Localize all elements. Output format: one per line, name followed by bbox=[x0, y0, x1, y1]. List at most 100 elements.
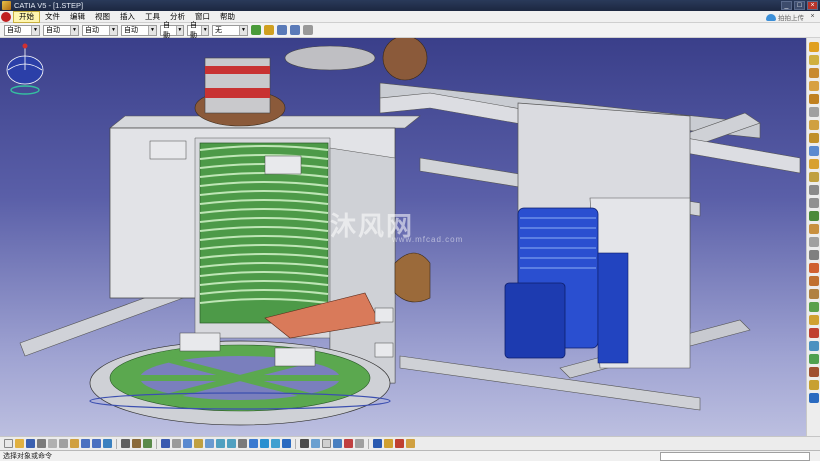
mirror-icon[interactable] bbox=[808, 315, 819, 325]
loft-icon[interactable] bbox=[808, 159, 819, 169]
undo-icon[interactable] bbox=[277, 25, 287, 35]
axis-icon[interactable] bbox=[311, 439, 320, 448]
status-bar: 选择对象或命令 bbox=[0, 450, 820, 461]
iso-view-icon[interactable] bbox=[249, 439, 258, 448]
knowledge-icon[interactable] bbox=[132, 439, 141, 448]
transparency-combo[interactable]: 自动 ▼ bbox=[43, 24, 79, 36]
plane-icon[interactable] bbox=[322, 439, 331, 448]
minimize-button[interactable]: _ bbox=[781, 1, 792, 10]
measure-item-icon[interactable] bbox=[384, 439, 393, 448]
paste-icon[interactable] bbox=[70, 439, 79, 448]
stiffener-icon[interactable] bbox=[808, 146, 819, 156]
menu-insert[interactable]: 插入 bbox=[115, 11, 140, 23]
menu-help[interactable]: 帮助 bbox=[215, 11, 240, 23]
split-icon[interactable] bbox=[808, 263, 819, 273]
chamfer-icon[interactable] bbox=[808, 198, 819, 208]
pocket-icon[interactable] bbox=[808, 68, 819, 78]
print-icon[interactable] bbox=[37, 439, 46, 448]
help-icon[interactable] bbox=[103, 439, 112, 448]
inertia-icon[interactable] bbox=[395, 439, 404, 448]
menu-tools[interactable]: 工具 bbox=[140, 11, 165, 23]
line-icon[interactable] bbox=[344, 439, 353, 448]
menu-start[interactable]: 开始 bbox=[13, 10, 40, 23]
scaling-icon[interactable] bbox=[808, 341, 819, 351]
point-combo[interactable]: 自動 ▼ bbox=[160, 22, 184, 39]
color-combo[interactable]: 自动 ▼ bbox=[4, 24, 40, 36]
graphic-properties-toolbar: 自动 ▼ 自动 ▼ 自动 ▼ 自动 ▼ 自動 ▼ 自動 ▼ 无 ▼ bbox=[0, 22, 820, 39]
groove-icon[interactable] bbox=[808, 94, 819, 104]
zoom-out-icon[interactable] bbox=[227, 439, 236, 448]
combo-value: 无 bbox=[215, 27, 222, 34]
redo-icon[interactable] bbox=[290, 25, 300, 35]
painter-icon[interactable] bbox=[251, 25, 261, 35]
command-input[interactable] bbox=[660, 452, 810, 461]
toolbar-separator bbox=[368, 438, 369, 449]
zoom-in-icon[interactable] bbox=[216, 439, 225, 448]
swap-icon[interactable] bbox=[282, 439, 291, 448]
rotate-view-icon[interactable] bbox=[205, 439, 214, 448]
rendering-combo[interactable]: 无 ▼ bbox=[212, 24, 248, 36]
snap-icon[interactable] bbox=[300, 439, 309, 448]
green-coil-stack bbox=[199, 142, 329, 324]
brush-icon[interactable] bbox=[264, 25, 274, 35]
shell-icon[interactable] bbox=[808, 224, 819, 234]
pan-icon[interactable] bbox=[194, 439, 203, 448]
compass-toggle-icon[interactable] bbox=[172, 439, 181, 448]
rib-icon[interactable] bbox=[808, 120, 819, 130]
chevron-down-icon: ▼ bbox=[239, 25, 247, 35]
remove-loft-icon[interactable] bbox=[808, 172, 819, 182]
fit-all-icon[interactable] bbox=[183, 439, 192, 448]
boolean-icon[interactable] bbox=[808, 354, 819, 364]
new-icon[interactable] bbox=[4, 439, 13, 448]
cloud-upload[interactable]: 拍拍上传 bbox=[766, 11, 804, 23]
point-icon[interactable] bbox=[333, 439, 342, 448]
pad-icon[interactable] bbox=[808, 55, 819, 65]
thickness-icon[interactable] bbox=[808, 237, 819, 247]
catia-logo-icon[interactable] bbox=[1, 11, 11, 22]
add-icon[interactable] bbox=[808, 367, 819, 377]
thread-icon[interactable] bbox=[808, 250, 819, 260]
slot-icon[interactable] bbox=[808, 133, 819, 143]
pattern-icon[interactable] bbox=[808, 328, 819, 338]
normal-view-icon[interactable] bbox=[238, 439, 247, 448]
hole-icon[interactable] bbox=[808, 107, 819, 117]
layer-combo[interactable]: 自動 ▼ bbox=[187, 22, 209, 39]
shading-icon[interactable] bbox=[260, 439, 269, 448]
catalog-icon[interactable] bbox=[143, 439, 152, 448]
apply-material-icon[interactable] bbox=[808, 393, 819, 403]
law-icon[interactable] bbox=[355, 439, 364, 448]
3d-viewport[interactable]: 沐风网 www.mfcad.com bbox=[0, 38, 806, 436]
cut-icon[interactable] bbox=[48, 439, 57, 448]
symmetry-icon[interactable] bbox=[808, 302, 819, 312]
apply-material-bottom-icon[interactable] bbox=[406, 439, 415, 448]
menu-view[interactable]: 视图 bbox=[90, 11, 115, 23]
open-icon[interactable] bbox=[15, 439, 24, 448]
undo-icon[interactable] bbox=[81, 439, 90, 448]
copy-icon[interactable] bbox=[59, 439, 68, 448]
fillet-icon[interactable] bbox=[808, 185, 819, 195]
sketcher-icon[interactable] bbox=[808, 42, 819, 52]
close-button[interactable]: × bbox=[807, 1, 818, 10]
translate-icon[interactable] bbox=[808, 276, 819, 286]
menu-bar: 开始 文件 编辑 视图 插入 工具 分析 窗口 帮助 拍拍上传 × bbox=[0, 10, 820, 23]
shaft-icon[interactable] bbox=[808, 81, 819, 91]
compass-icon[interactable] bbox=[0, 38, 50, 98]
draft-icon[interactable] bbox=[808, 211, 819, 221]
bottom-toolbar bbox=[0, 436, 820, 450]
measure-icon[interactable] bbox=[808, 380, 819, 390]
menu-edit[interactable]: 编辑 bbox=[65, 11, 90, 23]
hide-show-icon[interactable] bbox=[271, 439, 280, 448]
fx-icon[interactable] bbox=[121, 439, 130, 448]
lineweight-combo[interactable]: 自动 ▼ bbox=[121, 24, 157, 36]
menu-file[interactable]: 文件 bbox=[40, 11, 65, 23]
document-close-button[interactable]: × bbox=[808, 12, 817, 21]
linetype-combo[interactable]: 自动 ▼ bbox=[82, 24, 118, 36]
eraser-icon[interactable] bbox=[303, 25, 313, 35]
redo-icon[interactable] bbox=[92, 439, 101, 448]
save-icon[interactable] bbox=[26, 439, 35, 448]
maximize-button[interactable]: □ bbox=[794, 1, 805, 10]
grid-icon[interactable] bbox=[161, 439, 170, 448]
measure-between-icon[interactable] bbox=[373, 439, 382, 448]
chevron-down-icon: ▼ bbox=[201, 25, 208, 35]
rotate-icon[interactable] bbox=[808, 289, 819, 299]
